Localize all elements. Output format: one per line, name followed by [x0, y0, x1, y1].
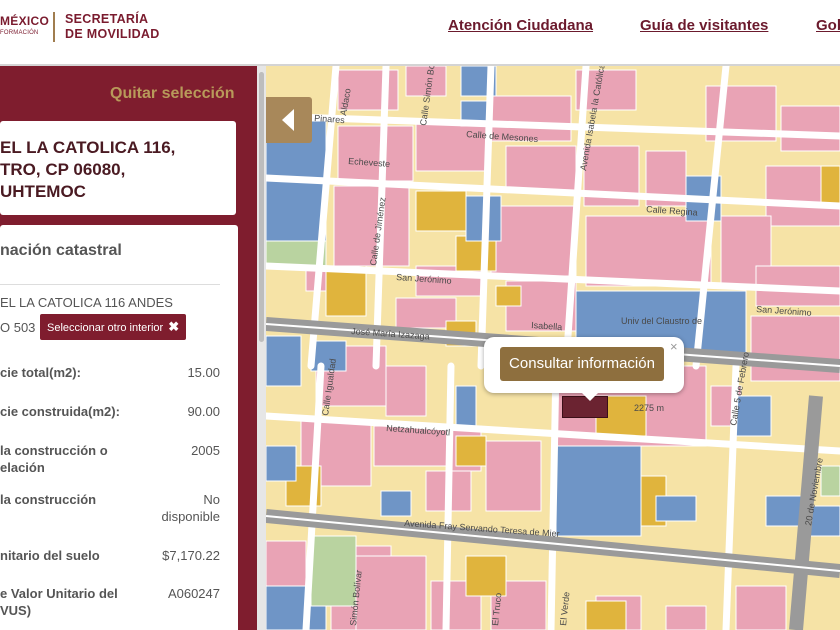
address-line: TRO, CP 06080, — [0, 160, 126, 179]
info-address-line1: EL LA CATOLICA 116 ANDES — [0, 295, 173, 310]
address-line: UHTEMOC — [0, 182, 86, 201]
gobierno-mexico-logo[interactable]: MÉXICO FORMACIÓN — [0, 14, 49, 36]
row-label-anio-construccion: la construcción o elación — [0, 443, 108, 475]
parcel-info-panel: Quitar selección EL LA CATOLICA 116, TRO… — [0, 66, 257, 630]
popup-pointer — [580, 391, 600, 401]
row-value-superficie-construida: 90.00 — [187, 404, 220, 419]
row-value-superficie-total: 15.00 — [187, 365, 220, 380]
address-card: EL LA CATOLICA 116, TRO, CP 06080, UHTEM… — [0, 121, 236, 215]
svg-text:2275 m: 2275 m — [634, 403, 664, 413]
row-label-valor-unitario: nitario del suelo — [0, 548, 100, 563]
select-other-interior-button[interactable]: Seleccionar otro interior ✖ — [40, 314, 187, 340]
cadastral-info-card: nación catastral EL LA CATOLICA 116 ANDE… — [0, 225, 238, 630]
cadastral-map[interactable]: Calle de Mesones Calle Regina San Jeróni… — [266, 66, 840, 630]
secretaria-movilidad-logo[interactable]: SECRETARÍA DE MOVILIDAD — [65, 12, 160, 42]
nav-link-gob[interactable]: Gob — [816, 17, 840, 34]
row-label-superficie-total: cie total(m2): — [0, 365, 81, 380]
info-address-line2: O 503 — [0, 320, 36, 335]
nav-link-guia-visitantes[interactable]: Guía de visitantes — [640, 17, 768, 34]
chevron-left-icon — [282, 109, 294, 131]
close-x-icon: ✖ — [168, 319, 180, 334]
logo-divider — [53, 12, 55, 42]
site-header: MÉXICO FORMACIÓN SECRETARÍA DE MOVILIDAD… — [0, 0, 840, 66]
row-value-anio-construccion: 2005 — [191, 443, 220, 458]
collapse-panel-button[interactable] — [266, 97, 312, 143]
nav-link-atencion-ciudadana[interactable]: Atención Ciudadana — [448, 17, 593, 34]
select-other-interior-label: Seleccionar otro interior — [47, 322, 164, 334]
logo-mexico-subtext: FORMACIÓN — [0, 30, 39, 36]
map-popup: × Consultar información — [484, 337, 684, 401]
cadastral-info-title: nación catastral — [0, 242, 122, 259]
row-value-valor-unitario: $7,170.22 — [162, 548, 220, 563]
svg-text:Univ del Claustro de: Univ del Claustro de — [621, 316, 702, 326]
logo-mexico-text: MÉXICO — [0, 14, 50, 28]
quitar-seleccion-link[interactable]: Quitar selección — [110, 85, 235, 103]
row-value-uso-construccion: No disponible — [161, 492, 220, 524]
row-label-superficie-construida: cie construida(m2): — [0, 404, 120, 419]
logo-secretaria-line2: DE MOVILIDAD — [65, 27, 160, 41]
selected-address: EL LA CATOLICA 116, TRO, CP 06080, UHTEM… — [0, 137, 175, 203]
popup-close-icon[interactable]: × — [670, 339, 678, 354]
row-label-clave-valor-unitario: e Valor Unitario del VUS) — [0, 586, 118, 618]
address-line: EL LA CATOLICA 116, — [0, 138, 176, 157]
logo-secretaria-line1: SECRETARÍA — [65, 12, 149, 26]
panel-scrollbar-thumb[interactable] — [259, 72, 264, 342]
row-value-clave-valor-unitario: A060247 — [167, 586, 220, 601]
divider — [0, 284, 220, 285]
row-label-uso-construccion: la construcción — [0, 492, 97, 507]
consultar-informacion-button[interactable]: Consultar información — [500, 347, 664, 381]
